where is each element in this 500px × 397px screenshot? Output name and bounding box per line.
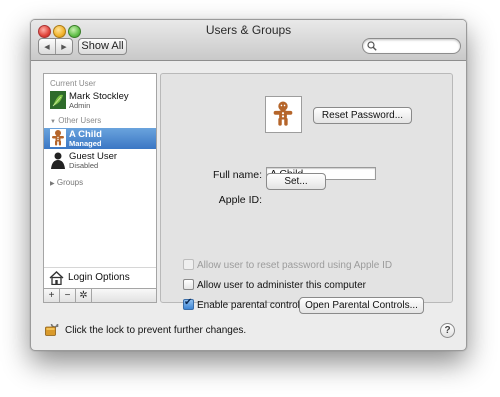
checkbox-box [183, 259, 194, 270]
sidebar-action-bar: + − ✲ [44, 288, 156, 302]
other-users-header: ▼ Other Users [50, 116, 101, 125]
checkmark-icon [183, 297, 194, 310]
lock-hint-text: Click the lock to prevent further change… [65, 325, 247, 336]
sidebar-user-mark-stockley[interactable]: Mark Stockley Admin [44, 90, 156, 111]
other-users-label: Other Users [58, 116, 102, 125]
gingerbread-avatar-icon [273, 101, 293, 126]
checkbox-label: Enable parental controls [197, 300, 305, 312]
users-sidebar: Current User Mark Stockley Admin ▼ Other… [43, 73, 157, 303]
gear-menu-button[interactable]: ✲ [76, 289, 92, 302]
checkbox-box [183, 279, 194, 290]
groups-label: Groups [56, 178, 84, 187]
sidebar-user-guest[interactable]: Guest User Disabled [44, 150, 156, 171]
title-bar: Users & Groups ◀ ▶ Show All [31, 20, 466, 61]
leaf-avatar-icon [50, 91, 66, 109]
open-parental-controls-button[interactable]: Open Parental Controls... [299, 297, 424, 314]
allow-reset-password-checkbox[interactable]: Allow user to reset password using Apple… [183, 259, 393, 272]
checkbox-label: Allow user to reset password using Apple… [197, 260, 393, 272]
guest-silhouette-icon [51, 152, 65, 169]
search-icon [367, 41, 377, 51]
back-forward-control: ◀ ▶ [38, 38, 73, 55]
search-field[interactable] [362, 38, 461, 54]
disclosure-triangle-icon: ▶ [50, 181, 55, 187]
remove-user-button[interactable]: − [60, 289, 76, 302]
current-user-header: Current User [50, 79, 96, 88]
user-role: Admin [69, 101, 91, 110]
reset-password-button[interactable]: Reset Password... [313, 107, 412, 124]
allow-administer-checkbox[interactable]: Allow user to administer this computer [183, 279, 366, 292]
groups-header[interactable]: ▶ Groups [50, 178, 83, 187]
user-picture-well[interactable] [265, 96, 302, 133]
lock-icon[interactable] [45, 320, 59, 336]
full-name-label: Full name: [212, 169, 262, 181]
help-button[interactable]: ? [440, 323, 455, 338]
gingerbread-avatar-icon [50, 129, 66, 147]
sidebar-user-a-child[interactable]: A Child Managed [44, 128, 156, 149]
set-apple-id-button[interactable]: Set... [266, 173, 326, 190]
window-title: Users & Groups [205, 23, 292, 37]
user-detail-panel: Reset Password... Full name: A Child App… [160, 73, 453, 314]
show-all-button[interactable]: Show All [78, 38, 127, 55]
users-groups-window: Users & Groups ◀ ▶ Show All Current User… [30, 19, 467, 351]
apple-id-label: Apple ID: [218, 194, 262, 206]
login-options-item[interactable]: Login Options [44, 267, 156, 288]
back-arrow-icon[interactable]: ◀ [39, 39, 56, 54]
user-role: Disabled [69, 161, 99, 170]
add-user-button[interactable]: + [44, 289, 60, 302]
house-icon [49, 271, 64, 285]
enable-parental-controls-checkbox[interactable]: Enable parental controls [183, 297, 305, 312]
login-options-label: Login Options [68, 272, 130, 283]
user-role: Managed [69, 139, 102, 148]
checkbox-label: Allow user to administer this computer [197, 280, 366, 292]
disclosure-triangle-icon[interactable]: ▼ [50, 119, 56, 125]
forward-arrow-icon[interactable]: ▶ [56, 39, 72, 54]
